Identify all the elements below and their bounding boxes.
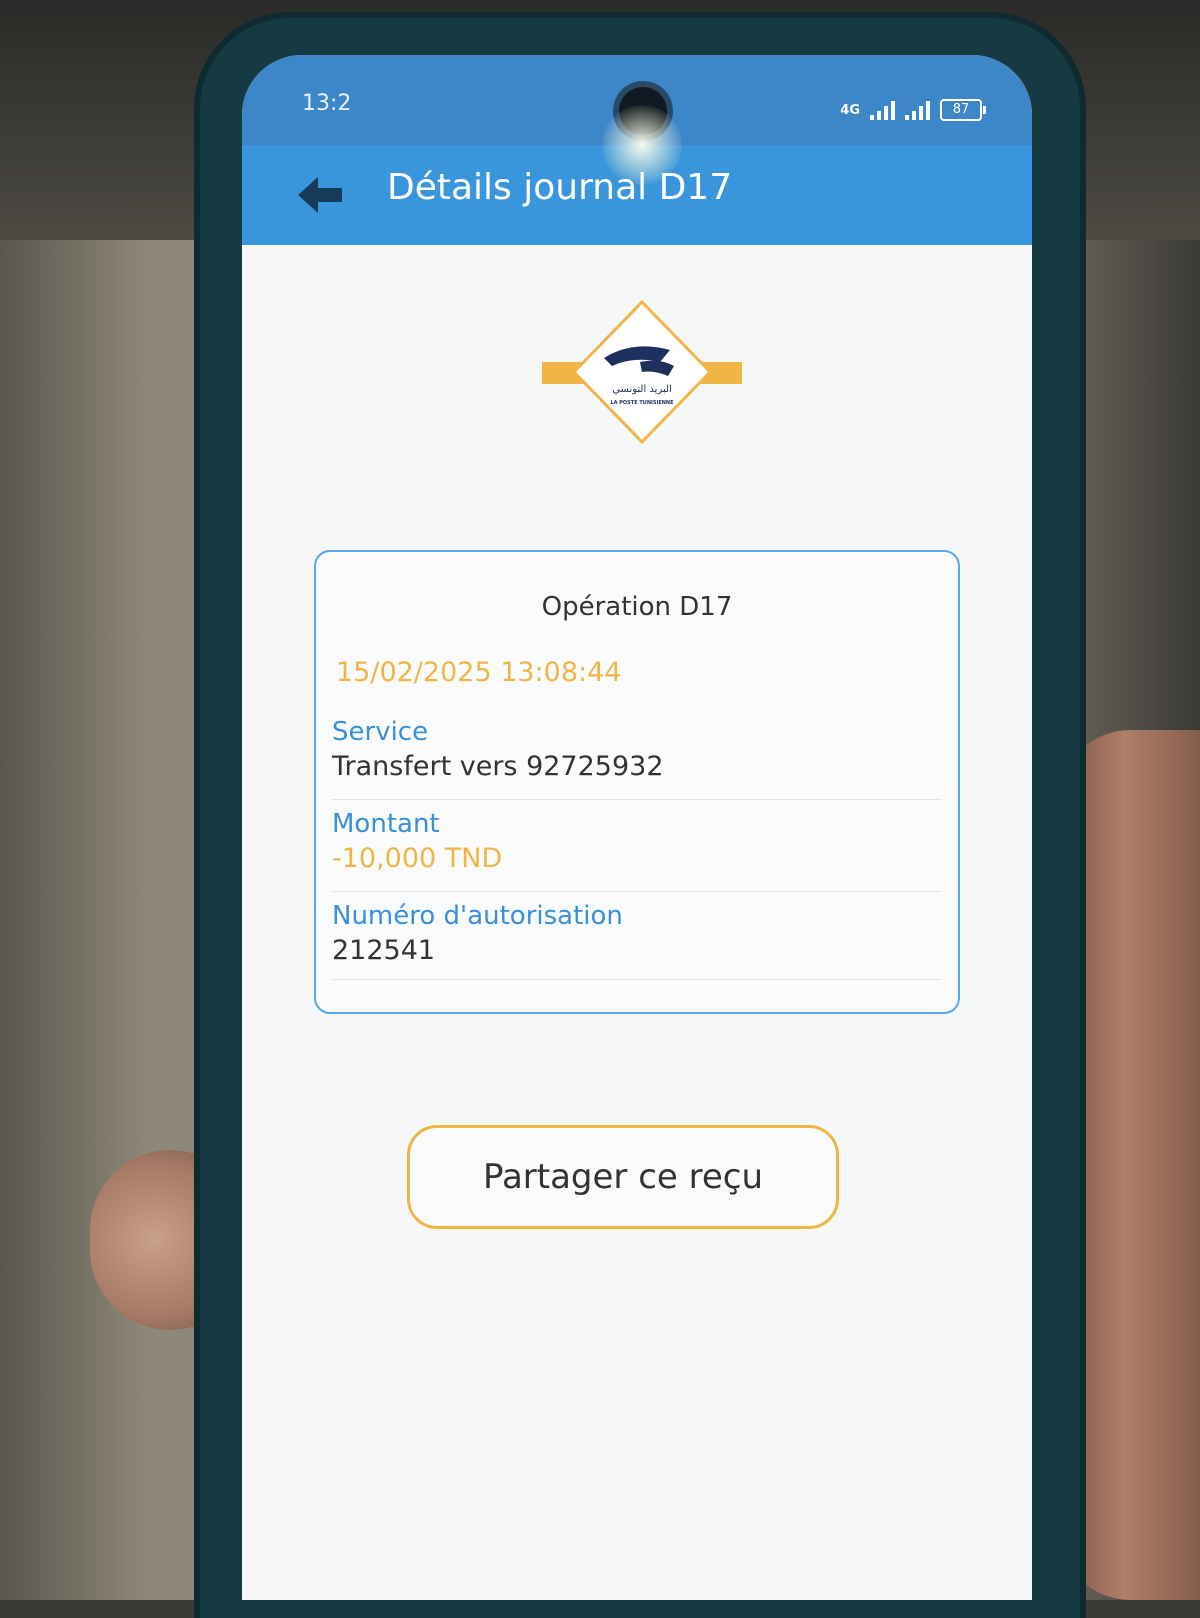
field-service: Service Transfert vers 92725932 bbox=[332, 717, 942, 800]
field-label: Montant bbox=[332, 809, 440, 839]
field-label: Numéro d'autorisation bbox=[332, 901, 623, 931]
field-value: 212541 bbox=[332, 935, 436, 966]
status-time: 13:2 bbox=[302, 91, 352, 116]
logo-latin-text: LA POSTE TUNISIENNE bbox=[610, 400, 674, 406]
field-montant: Montant -10,000 TND bbox=[332, 809, 942, 892]
field-value-amount: -10,000 TND bbox=[332, 843, 503, 874]
hand bbox=[1060, 730, 1200, 1600]
page-title: Détails journal D17 bbox=[387, 167, 733, 208]
light-glare bbox=[602, 105, 682, 185]
share-receipt-button[interactable]: Partager ce reçu bbox=[407, 1125, 839, 1229]
field-authorization: Numéro d'autorisation 212541 bbox=[332, 901, 942, 980]
arrow-left-icon[interactable] bbox=[294, 170, 346, 220]
signal-icon-2 bbox=[905, 100, 930, 120]
receipt-card: Opération D17 15/02/2025 13:08:44 Servic… bbox=[314, 550, 960, 1014]
battery-icon: 87 bbox=[940, 99, 986, 121]
logo-arabic-text: البريد التونسي bbox=[612, 384, 672, 395]
la-poste-tunisienne-logo: البريد التونسي LA POSTE TUNISIENNE bbox=[542, 300, 742, 445]
phone-screen: 13:2 4G 87 Détails journal D17 البريد ال… bbox=[242, 55, 1032, 1600]
network-type: 4G bbox=[840, 102, 860, 118]
receipt-datetime: 15/02/2025 13:08:44 bbox=[336, 657, 622, 688]
field-value: Transfert vers 92725932 bbox=[332, 751, 664, 782]
status-icons: 4G 87 bbox=[840, 99, 986, 121]
signal-icon bbox=[870, 100, 895, 120]
receipt-title: Opération D17 bbox=[541, 592, 733, 622]
field-label: Service bbox=[332, 717, 429, 747]
